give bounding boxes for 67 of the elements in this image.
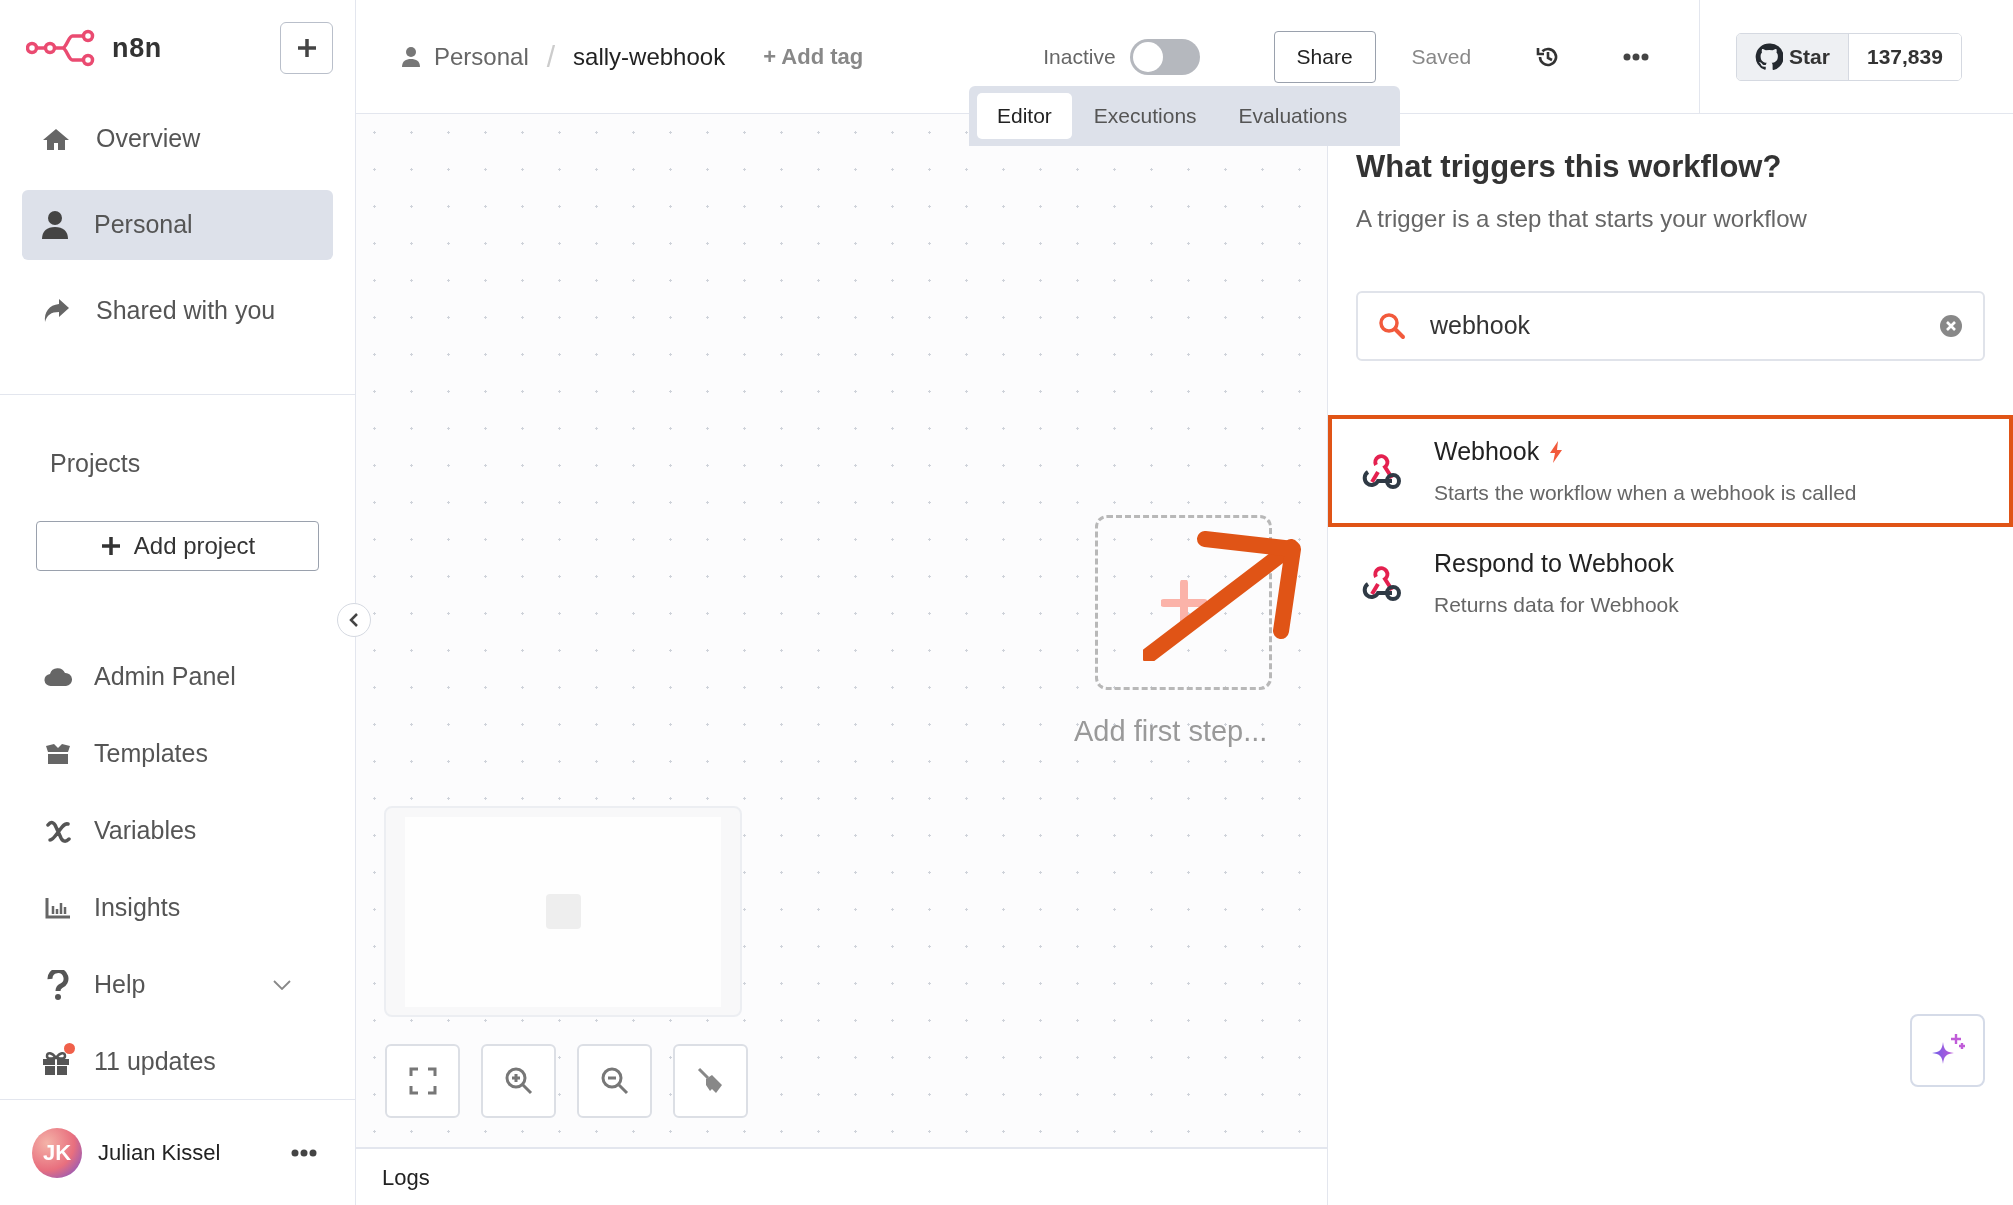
more-icon[interactable] bbox=[1623, 52, 1650, 61]
zoom-out-icon bbox=[599, 1066, 630, 1096]
node-list-item[interactable]: Respond to Webhook Returns data for Webhook bbox=[1328, 526, 2013, 639]
zoom-in-button[interactable] bbox=[481, 1044, 556, 1118]
sidebar-item[interactable]: Insights bbox=[42, 881, 313, 935]
breadcrumb-separator: / bbox=[546, 39, 556, 75]
tab[interactable]: Editor bbox=[977, 93, 1072, 139]
question-icon bbox=[47, 970, 69, 1000]
node-list-item[interactable]: Webhook Starts the workflow when a webhook is called bbox=[1328, 414, 2013, 527]
nav-item[interactable]: Overview bbox=[22, 104, 333, 174]
save-status: Saved bbox=[1411, 43, 1472, 70]
active-toggle[interactable] bbox=[1129, 38, 1200, 75]
nav-item[interactable]: Shared with you bbox=[22, 276, 333, 346]
more-icon[interactable] bbox=[291, 1148, 317, 1157]
plus-icon bbox=[99, 534, 122, 557]
fullscreen-icon bbox=[408, 1067, 437, 1095]
chevron-left-icon bbox=[348, 613, 360, 627]
user-icon bbox=[402, 46, 420, 67]
zoom-out-button[interactable] bbox=[577, 1044, 652, 1118]
plus-icon bbox=[295, 37, 318, 59]
search-field[interactable]: webhook bbox=[1356, 290, 1985, 361]
add-first-step-label: Add first step... bbox=[1074, 714, 1268, 749]
search-input[interactable]: webhook bbox=[1430, 306, 1915, 345]
github-icon bbox=[1755, 42, 1784, 71]
webhook-icon bbox=[1362, 563, 1402, 602]
sidebar-item[interactable]: 11 updates bbox=[42, 1035, 313, 1089]
clear-icon[interactable] bbox=[1939, 313, 1963, 338]
search-icon bbox=[1378, 311, 1406, 340]
ai-assistant-button[interactable] bbox=[1910, 1014, 1985, 1087]
chevron-down-icon bbox=[273, 980, 291, 990]
panel-title: What triggers this workflow? bbox=[1356, 148, 1783, 186]
sidebar-item[interactable]: Templates bbox=[42, 727, 313, 781]
share-button[interactable]: Share bbox=[1273, 30, 1376, 83]
node-title: Respond to Webhook bbox=[1434, 548, 1674, 579]
box-icon bbox=[44, 743, 72, 765]
node-description: Returns data for Webhook bbox=[1434, 591, 1679, 618]
fit-view-button[interactable] bbox=[385, 1044, 460, 1118]
home-icon bbox=[42, 127, 70, 151]
node-description: Starts the workflow when a webhook is called bbox=[1434, 479, 1857, 506]
add-tag-button[interactable]: + Add tag bbox=[763, 40, 864, 73]
panel-subtitle: A trigger is a step that starts your workflow bbox=[1356, 203, 1808, 234]
zoom-in-icon bbox=[503, 1066, 534, 1096]
tidy-up-button[interactable] bbox=[673, 1044, 748, 1118]
sidebar-item[interactable]: Variables bbox=[42, 804, 313, 858]
sidebar-item[interactable]: Help bbox=[42, 958, 313, 1012]
bar-chart-icon bbox=[45, 897, 71, 919]
breadcrumb-link[interactable]: Personal bbox=[434, 38, 529, 75]
node-title: Webhook bbox=[1434, 436, 1540, 467]
new-button[interactable] bbox=[280, 22, 333, 74]
logs-label[interactable]: Logs bbox=[382, 1160, 430, 1194]
add-project-button[interactable]: Add project bbox=[36, 520, 319, 571]
add-first-step-button[interactable] bbox=[1095, 515, 1272, 690]
sidebar-item[interactable]: Admin Panel bbox=[42, 650, 313, 704]
cloud-icon bbox=[44, 667, 72, 687]
brand-name: n8n bbox=[112, 31, 163, 65]
user-name: Julian Kissel bbox=[98, 1139, 222, 1167]
status-label: Inactive bbox=[1043, 43, 1116, 70]
variable-icon bbox=[45, 819, 71, 843]
collapse-button[interactable] bbox=[337, 603, 371, 637]
section-heading: Projects bbox=[49, 448, 142, 479]
workflow-name[interactable]: sally-webhook bbox=[573, 38, 726, 75]
share-arrow-icon bbox=[42, 298, 70, 324]
nav-item[interactable]: Personal bbox=[22, 190, 333, 260]
webhook-icon bbox=[1362, 451, 1402, 490]
github-star-widget[interactable]: Star 137,839 bbox=[1736, 32, 1962, 81]
user-icon bbox=[42, 211, 68, 239]
star-label: Star bbox=[1789, 43, 1830, 70]
